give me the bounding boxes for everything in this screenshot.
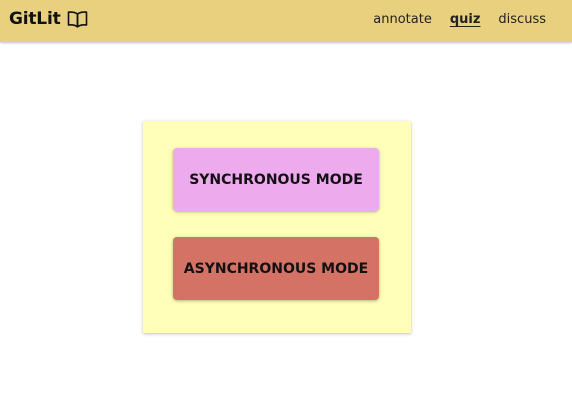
brand[interactable]: GitLit	[9, 9, 88, 29]
nav-annotate[interactable]: annotate	[373, 12, 432, 27]
nav-links: annotate quiz discuss	[373, 12, 546, 27]
nav-quiz[interactable]: quiz	[450, 12, 481, 27]
top-navbar: GitLit annotate quiz discuss	[0, 0, 572, 42]
brand-name[interactable]: GitLit	[9, 9, 61, 29]
open-book-icon	[67, 10, 88, 28]
synchronous-mode-button[interactable]: SYNCHRONOUS MODE	[173, 148, 379, 211]
asynchronous-mode-button[interactable]: ASYNCHRONOUS MODE	[173, 237, 379, 300]
nav-discuss[interactable]: discuss	[498, 12, 546, 27]
mode-selection-card: SYNCHRONOUS MODE ASYNCHRONOUS MODE	[143, 121, 411, 333]
